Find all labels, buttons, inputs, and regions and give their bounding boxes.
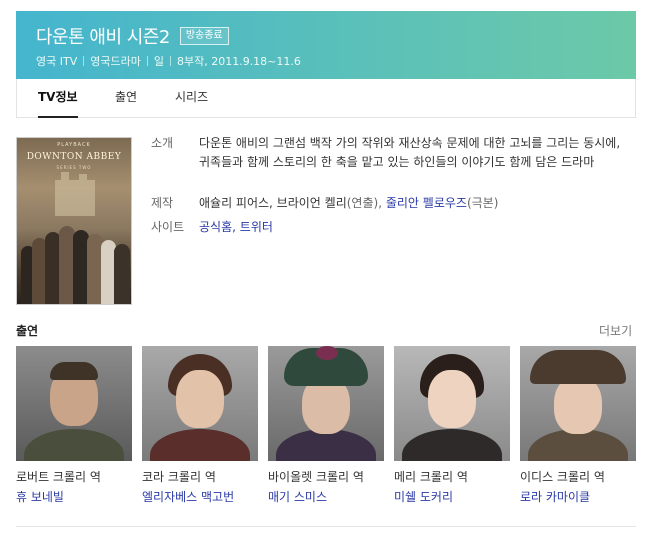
site-separator: , [232,220,236,234]
program-header: 다운톤 애비 시즌2 방송종료 영국 ITV 영국드라마 일 8부작, 2011… [16,11,636,79]
tab-cast[interactable]: 출연 [115,79,137,118]
intro-row: 소개 다운톤 애비의 그랜섬 백작 가의 작위와 재산상속 문제에 대한 고뇌를… [151,134,621,192]
tab-tv-info[interactable]: TV정보 [38,79,78,118]
cast-more-link[interactable]: 더보기 [599,322,632,339]
program-poster[interactable]: PLAYBACK DOWNTON ABBEY SERIES TWO [16,137,132,305]
cast-photo[interactable] [520,346,636,461]
title-row: 다운톤 애비 시즌2 방송종료 [36,23,229,49]
meta-genre: 영국드라마 [90,55,141,68]
status-badge: 방송종료 [179,27,229,45]
cast-photo[interactable] [394,346,510,461]
cast-actor-link[interactable]: 로라 카마이클 [520,488,636,505]
poster-playback-text: PLAYBACK [57,142,91,148]
cast-photo[interactable] [142,346,258,461]
intro-label: 소개 [151,136,174,150]
cast-role: 로버트 크롤리 역 [16,470,101,484]
cast-actor-link[interactable]: 휴 보네빌 [16,488,132,505]
cast-actor-link[interactable]: 매기 스미스 [268,488,384,505]
cast-photo[interactable] [268,346,384,461]
tab-series[interactable]: 시리즈 [175,79,208,118]
cast-card[interactable]: 이디스 크롤리 역 로라 카마이클 [520,346,636,505]
writer-link[interactable]: 줄리안 펠로우즈 [386,196,467,210]
production-row: 제작 애슐리 피어스, 브라이언 켈리(연출), 줄리안 펠로우즈(극본) [151,194,621,216]
cast-card[interactable]: 코라 크롤리 역 엘리자베스 맥고번 [142,346,258,505]
program-title[interactable]: 다운톤 애비 시즌2 [36,23,170,49]
director-role: (연출), [346,196,383,210]
cast-role: 이디스 크롤리 역 [520,470,605,484]
section-divider [16,526,636,527]
cast-card[interactable]: 메리 크롤리 역 미쉘 도커리 [394,346,510,505]
intro-text: 다운톤 애비의 그랜섬 백작 가의 작위와 재산상속 문제에 대한 고뇌를 그리… [199,136,621,169]
meta-divider [83,56,85,66]
program-info: 소개 다운톤 애비의 그랜섬 백작 가의 작위와 재산상속 문제에 대한 고뇌를… [151,134,621,237]
site-links: 공식홈, 트위터 [199,218,621,237]
cast-role: 코라 크롤리 역 [142,470,216,484]
cast-actor-link[interactable]: 엘리자베스 맥고번 [142,488,258,505]
official-site-link[interactable]: 공식홈 [199,220,232,234]
twitter-link[interactable]: 트위터 [240,220,273,234]
cast-photo[interactable] [16,346,132,461]
poster-castle-image [55,172,95,216]
meta-episodes: 8부작, 2011.9.18~11.6 [176,55,301,68]
meta-divider [169,56,171,66]
tab-bar: TV정보 출연 시리즈 [16,79,636,118]
production-value: 애슐리 피어스, 브라이언 켈리(연출), 줄리안 펠로우즈(극본) [199,194,621,216]
cast-section-title: 출연 [16,324,39,338]
director-names: 애슐리 피어스, 브라이언 켈리 [199,196,347,210]
poster-title: DOWNTON ABBEY [26,152,122,162]
writer-role: (극본) [466,196,499,210]
meta-divider [146,56,148,66]
site-row: 사이트 공식홈, 트위터 [151,218,621,237]
program-meta: 영국 ITV 영국드라마 일 8부작, 2011.9.18~11.6 [36,53,301,69]
cast-card[interactable]: 바이올렛 크롤리 역 매기 스미스 [268,346,384,505]
poster-subtitle: SERIES TWO [56,165,92,170]
cast-card[interactable]: 로버트 크롤리 역 휴 보네빌 [16,346,132,505]
cast-actor-link[interactable]: 미쉘 도커리 [394,488,510,505]
cast-role: 메리 크롤리 역 [394,470,468,484]
production-label: 제작 [151,196,174,210]
meta-day: 일 [153,55,164,68]
meta-channel: 영국 ITV [36,55,78,68]
poster-cast-image [17,218,131,304]
cast-role: 바이올렛 크롤리 역 [268,470,364,484]
site-label: 사이트 [151,220,185,234]
